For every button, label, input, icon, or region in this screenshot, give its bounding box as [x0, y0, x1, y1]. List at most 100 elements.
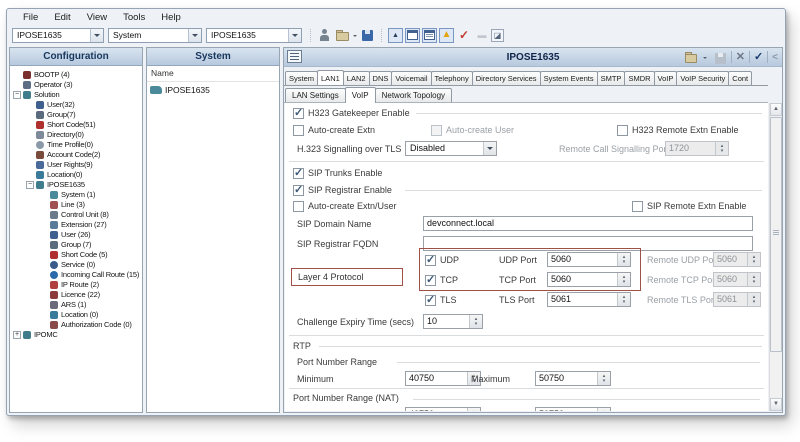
h323-gatekeeper-checkbox[interactable] — [293, 106, 304, 119]
menu-item-help[interactable]: Help — [153, 11, 189, 24]
tcp-port-spinner[interactable]: 5060 ▴ ▾ — [547, 272, 631, 287]
tree-item-ipose1635[interactable]: − IPOSE1635 — [10, 180, 142, 190]
delete-entry-icon[interactable]: ✕ — [736, 51, 745, 64]
config-combo[interactable]: IPOSE1635 — [12, 27, 104, 43]
tree-item-group-7[interactable]: Group(7) — [10, 110, 142, 120]
open-file-icon[interactable] — [335, 28, 351, 43]
remote-udp-port-spinner[interactable]: 5060 ▴ ▾ — [713, 252, 761, 267]
h323-remote-extn-checkbox[interactable] — [617, 125, 628, 136]
system-list-item[interactable]: IPOSE1635 — [147, 82, 279, 97]
tree-item-bootp-4[interactable]: BOOTP (4) — [10, 70, 142, 80]
h323-tls-select[interactable]: Disabled — [405, 141, 497, 156]
chevron-down-icon[interactable] — [483, 142, 496, 155]
sip-trunks-checkbox[interactable] — [293, 166, 304, 179]
chevron-down-icon[interactable] — [352, 28, 359, 43]
tree-item-incoming-call-route-15[interactable]: Incoming Call Route (15) — [10, 270, 142, 280]
tab-smdr[interactable]: SMDR — [624, 71, 655, 85]
udp-port-spinner[interactable]: 5060 ▴ ▾ — [547, 252, 631, 267]
tree-item-directory-0[interactable]: Directory(0) — [10, 130, 142, 140]
tree-item-licence-22[interactable]: Licence (22) — [10, 290, 142, 300]
scroll-down-icon[interactable]: ▼ — [770, 398, 782, 411]
form-scrollbar[interactable]: ▲ ▼ — [769, 103, 782, 411]
tab-voip-security[interactable]: VoIP Security — [676, 71, 730, 85]
tree-item-system-1[interactable]: System (1) — [10, 190, 142, 200]
collapse-all-icon[interactable]: ▲ — [388, 27, 403, 43]
tab-lan2[interactable]: LAN2 — [342, 71, 370, 85]
tree-expander-icon[interactable]: − — [26, 181, 34, 189]
tree-item-service-0[interactable]: Service (0) — [10, 260, 142, 270]
spinner-buttons[interactable]: ▴▾ — [617, 293, 630, 306]
tree-item-time-profile-0[interactable]: Time Profile(0) — [10, 140, 142, 150]
tls-checkbox[interactable] — [425, 293, 436, 306]
tree-item-user-32[interactable]: User(32) — [10, 100, 142, 110]
spinner-buttons[interactable]: ▴▾ — [715, 142, 728, 155]
chevron-down-icon[interactable] — [702, 50, 709, 65]
tab-telephony[interactable]: Telephony — [430, 71, 473, 85]
tree-item-location-0[interactable]: Location(0) — [10, 170, 142, 180]
tree-item-operator-3[interactable]: Operator (3) — [10, 80, 142, 90]
sip-domain-input[interactable]: devconnect.local — [423, 216, 753, 231]
help-box-icon[interactable]: ◪ — [491, 29, 504, 42]
tree-item-short-code-5[interactable]: Short Code (5) — [10, 250, 142, 260]
tab-lan1[interactable]: LAN1 — [317, 70, 344, 85]
auto-create-extn-checkbox[interactable] — [293, 125, 304, 136]
tree-item-location-0[interactable]: Location (0) — [10, 310, 142, 320]
remote-tls-port-spinner[interactable]: 5061 ▴ ▾ — [713, 292, 761, 307]
menu-item-file[interactable]: File — [15, 11, 46, 24]
subtab-voip[interactable]: VoIP — [344, 87, 376, 103]
send-config-icon[interactable]: ▬ — [474, 28, 490, 43]
menu-item-edit[interactable]: Edit — [46, 11, 78, 24]
validate-icon[interactable]: ✓ — [456, 28, 472, 43]
scroll-up-icon[interactable]: ▲ — [770, 103, 782, 116]
tree-item-extension-27[interactable]: Extension (27) — [10, 220, 142, 230]
udp-checkbox[interactable] — [425, 253, 436, 266]
tree-item-line-3[interactable]: Line (3) — [10, 200, 142, 210]
entry-combo[interactable]: IPOSE1635 — [206, 27, 302, 43]
validate-entry-icon[interactable]: ✓ — [754, 51, 763, 64]
tab-smtp[interactable]: SMTP — [596, 71, 626, 85]
tls-port-spinner[interactable]: 5061 ▴ ▾ — [547, 292, 631, 307]
tree-item-authorization-code-0[interactable]: Authorization Code (0) — [10, 320, 142, 330]
subtab-network-topology[interactable]: Network Topology — [374, 88, 453, 102]
spinner-buttons[interactable]: ▴▾ — [617, 273, 630, 286]
tree-item-account-code-2[interactable]: Account Code(2) — [10, 150, 142, 160]
tab-directory-services[interactable]: Directory Services — [471, 71, 541, 85]
tree-item-user-26[interactable]: User (26) — [10, 230, 142, 240]
chevron-down-icon[interactable] — [90, 28, 103, 42]
tree-item-solution[interactable]: − Solution — [10, 90, 142, 100]
tab-system-events[interactable]: System Events — [539, 71, 598, 85]
new-entry-icon[interactable] — [684, 51, 698, 64]
show-details-icon[interactable] — [405, 27, 420, 43]
spinner-buttons[interactable]: ▴▾ — [747, 293, 760, 306]
port-range-min-spinner[interactable]: 40750 ▴ ▾ — [405, 371, 481, 386]
tab-system[interactable]: System — [285, 71, 319, 85]
port-range-max-spinner[interactable]: 50750 ▴ ▾ — [535, 371, 611, 386]
tab-voicemail[interactable]: Voicemail — [391, 71, 432, 85]
spinner-buttons[interactable]: ▴▾ — [747, 273, 760, 286]
chevron-down-icon[interactable] — [188, 28, 201, 42]
auto-create-user-checkbox[interactable] — [431, 125, 442, 136]
record-type-combo[interactable]: System — [108, 27, 202, 43]
tree-item-ip-route-2[interactable]: IP Route (2) — [10, 280, 142, 290]
scrollbar-thumb[interactable] — [770, 117, 782, 352]
spinner-buttons[interactable]: ▴▾ — [597, 372, 610, 385]
save-entry-icon[interactable] — [713, 51, 727, 64]
tree-expander-icon[interactable]: − — [13, 91, 21, 99]
port-range-nat-max-spinner[interactable]: 50750 ▴▾ — [535, 407, 611, 411]
receive-config-icon[interactable] — [317, 28, 333, 43]
subtab-lan-settings[interactable]: LAN Settings — [285, 88, 346, 102]
tab-voip[interactable]: VoIP — [653, 71, 678, 85]
menu-item-tools[interactable]: Tools — [115, 11, 153, 24]
remote-tcp-port-spinner[interactable]: 5060 ▴ ▾ — [713, 272, 761, 287]
menu-item-view[interactable]: View — [79, 11, 115, 24]
spinner-buttons[interactable]: ▴▾ — [617, 253, 630, 266]
spinner-buttons[interactable]: ▴▾ — [747, 253, 760, 266]
tree-item-short-code-51[interactable]: Short Code(51) — [10, 120, 142, 130]
chevron-down-icon[interactable] — [288, 28, 301, 42]
sip-remote-extn-checkbox[interactable] — [632, 201, 643, 212]
tcp-checkbox[interactable] — [425, 273, 436, 286]
spinner-buttons[interactable]: ▴▾ — [597, 408, 610, 411]
name-column-header[interactable]: Name — [147, 66, 279, 82]
tab-cont[interactable]: Cont — [728, 71, 753, 85]
tree-item-user-rights-9[interactable]: User Rights(9) — [10, 160, 142, 170]
